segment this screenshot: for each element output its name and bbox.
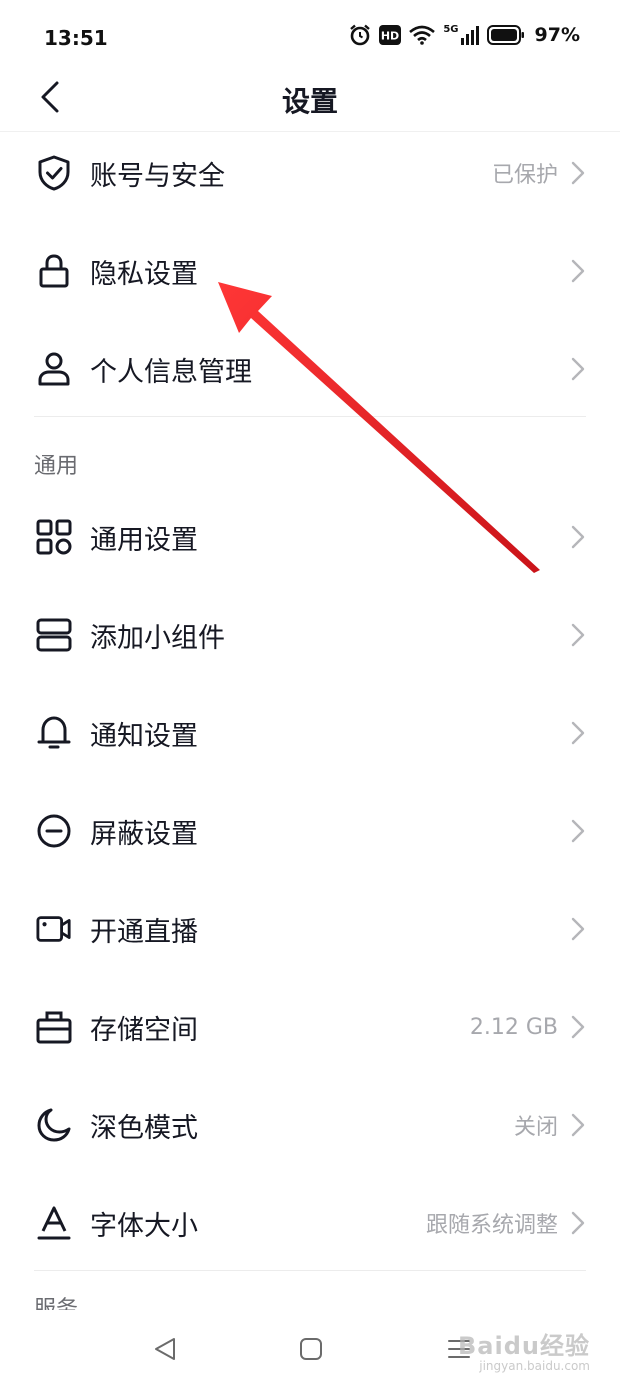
menu-value: 关闭: [513, 1115, 558, 1140]
battery-icon: [486, 25, 524, 45]
menu-item-start-live[interactable]: 开通直播: [0, 884, 620, 974]
menu-label: 账号与安全: [90, 160, 225, 192]
signal-icon: [460, 26, 479, 45]
menu-item-block-settings[interactable]: 屏蔽设置: [0, 786, 620, 876]
chevron-right-icon: [570, 720, 586, 746]
block-icon: [36, 813, 72, 849]
menu-item-personal-info[interactable]: 个人信息管理: [0, 324, 620, 414]
nav-back-button[interactable]: [148, 1332, 182, 1366]
nav-home-button[interactable]: [294, 1332, 328, 1366]
menu-value: 已保护: [491, 163, 558, 188]
grid-icon: [36, 519, 72, 555]
svg-text:HD: HD: [381, 30, 399, 43]
menu-label: 字体大小: [90, 1210, 198, 1242]
video-camera-icon: [36, 911, 72, 947]
menu-label: 开通直播: [90, 916, 198, 948]
nav-bar: 设置: [0, 62, 620, 132]
menu-item-privacy-settings[interactable]: 隐私设置: [0, 226, 620, 316]
chevron-right-icon: [570, 160, 586, 186]
wifi-icon: [409, 25, 436, 45]
network-type: 5G: [443, 24, 459, 35]
font-size-icon: [36, 1205, 72, 1241]
watermark-site: jingyan.baidu.com: [479, 1359, 590, 1373]
menu-item-general-settings[interactable]: 通用设置: [0, 492, 620, 582]
widget-icon: [36, 617, 72, 653]
section-divider: [34, 416, 586, 417]
menu-label: 存储空间: [90, 1014, 198, 1046]
menu-item-account-security[interactable]: 账号与安全 已保护: [0, 128, 620, 218]
chevron-right-icon: [570, 1210, 586, 1236]
chevron-right-icon: [570, 1014, 586, 1040]
shield-check-icon: [36, 155, 72, 191]
triangle-back-icon: [155, 1338, 175, 1360]
menu-item-dark-mode[interactable]: 深色模式 关闭: [0, 1080, 620, 1170]
hd-icon: HD: [379, 25, 402, 45]
section-header-service: 服务: [34, 1297, 79, 1310]
menu-item-add-widget[interactable]: 添加小组件: [0, 590, 620, 680]
menu-value: 跟随系统调整: [425, 1213, 558, 1238]
storage-box-icon: [36, 1009, 72, 1045]
person-icon: [36, 351, 72, 387]
chevron-right-icon: [570, 524, 586, 550]
alarm-icon: [350, 24, 371, 46]
chevron-right-icon: [570, 622, 586, 648]
chevron-right-icon: [570, 1112, 586, 1138]
menu-label: 隐私设置: [90, 258, 198, 290]
menu-label: 深色模式: [90, 1112, 198, 1144]
menu-item-notification-settings[interactable]: 通知设置: [0, 688, 620, 778]
chevron-right-icon: [570, 818, 586, 844]
chevron-right-icon: [570, 356, 586, 382]
menu-label: 通知设置: [90, 720, 198, 752]
moon-icon: [36, 1107, 72, 1143]
menu-label: 屏蔽设置: [90, 818, 198, 850]
page-title: 设置: [281, 85, 338, 118]
section-divider: [34, 1270, 586, 1271]
status-time: 13:51: [44, 26, 108, 50]
menu-label: 个人信息管理: [90, 356, 252, 388]
watermark: Baidu经验 jingyan.baidu.com: [458, 1326, 590, 1373]
menu-value: 2.12 GB: [469, 1014, 558, 1040]
lock-icon: [36, 253, 72, 289]
menu-item-font-size[interactable]: 字体大小 跟随系统调整: [0, 1178, 620, 1268]
chevron-right-icon: [570, 258, 586, 284]
battery-percent: 97%: [534, 24, 580, 46]
status-icons: HD 5G 97%: [349, 24, 580, 46]
menu-label: 添加小组件: [90, 622, 225, 654]
watermark-brand: Baidu经验: [458, 1332, 590, 1360]
chevron-right-icon: [570, 916, 586, 942]
menu-item-storage[interactable]: 存储空间 2.12 GB: [0, 982, 620, 1072]
menu-label: 通用设置: [90, 524, 198, 556]
section-header-general: 通用: [34, 454, 79, 479]
bell-icon: [36, 715, 72, 751]
square-home-icon: [300, 1338, 322, 1360]
